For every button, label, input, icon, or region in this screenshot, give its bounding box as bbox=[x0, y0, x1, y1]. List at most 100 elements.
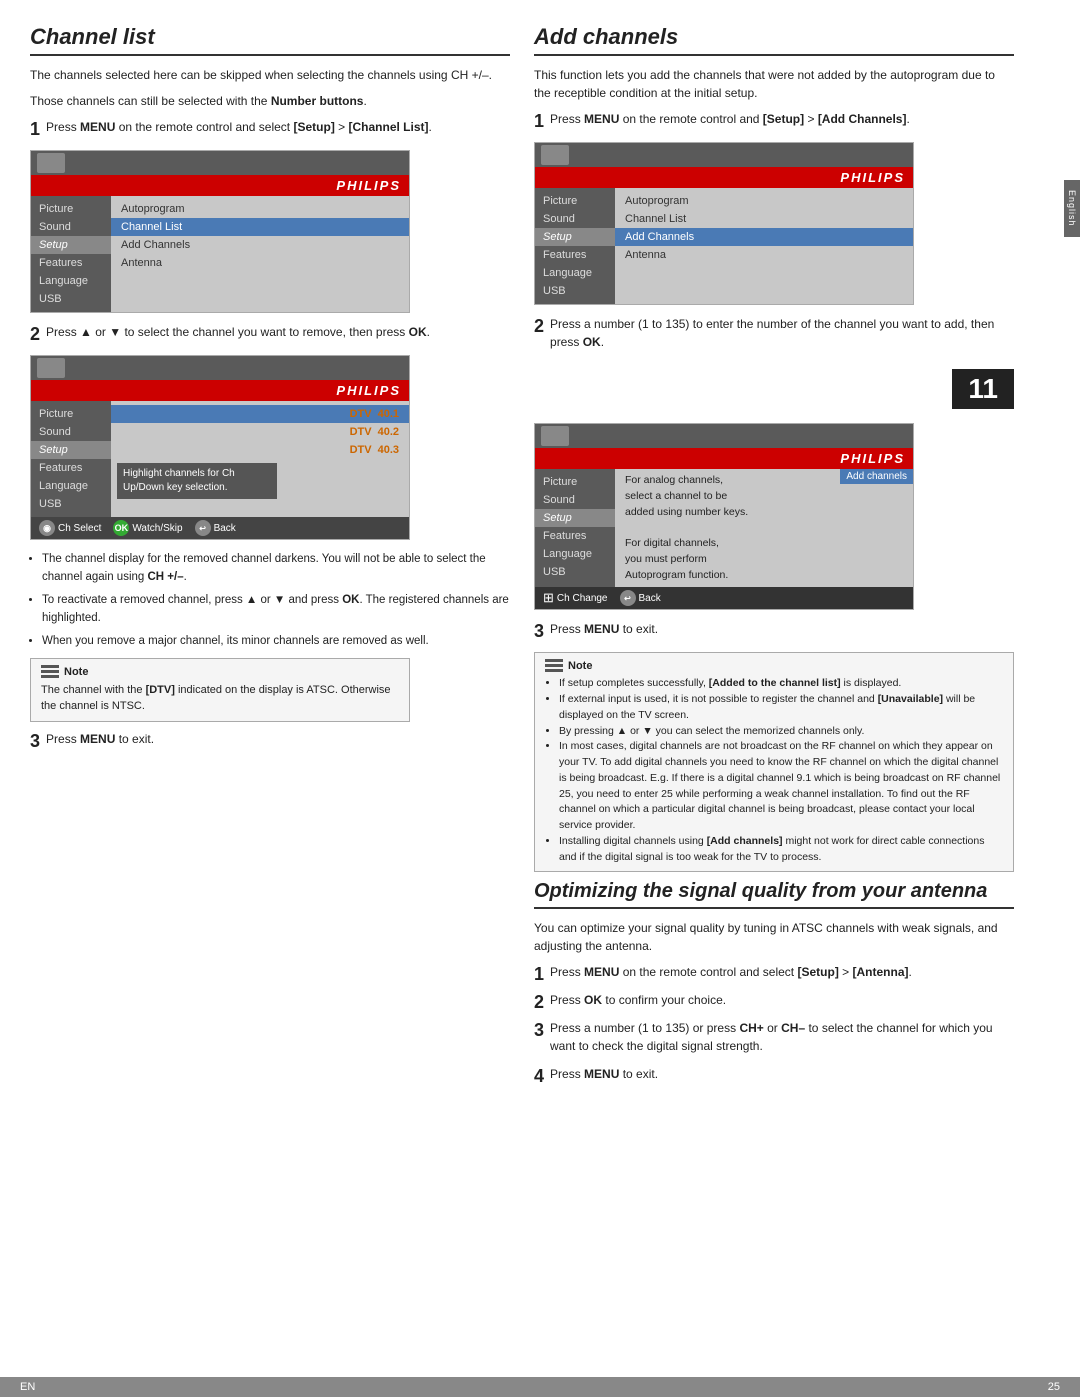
menu1-usb[interactable]: USB bbox=[31, 290, 111, 308]
menu2r-sound[interactable]: Sound bbox=[535, 491, 615, 509]
ch-change-btn[interactable]: ⊞ Ch Change bbox=[543, 590, 608, 606]
menu1-language[interactable]: Language bbox=[31, 272, 111, 290]
highlight-info-box: Highlight channels for Ch Up/Down key se… bbox=[117, 463, 277, 499]
opt-step2-text: Press OK to confirm your choice. bbox=[550, 991, 1014, 1009]
step3-left: 3 Press MENU to exit. bbox=[30, 730, 510, 754]
menu2-sound[interactable]: Sound bbox=[31, 423, 111, 441]
back-label-left: Back bbox=[214, 523, 236, 534]
step1-num-right: 1 bbox=[534, 112, 544, 130]
channel-row-1[interactable]: DTV 40.1 bbox=[111, 405, 409, 423]
menu1-sound[interactable]: Sound bbox=[31, 218, 111, 236]
menu2r-language[interactable]: Language bbox=[535, 545, 615, 563]
menu1r-body: Picture Sound Setup Features Language US… bbox=[535, 188, 913, 304]
tv-icon bbox=[37, 153, 65, 173]
add-ch-info: For analog channels, select a channel to… bbox=[615, 469, 913, 587]
note-item-5: Installing digital channels using [Add c… bbox=[559, 834, 1003, 866]
menu2-philips-header: PHILIPS bbox=[31, 380, 409, 401]
note-box-right: Note If setup completes successfully, [A… bbox=[534, 652, 1014, 872]
channel-list-intro1: The channels selected here can be skippe… bbox=[30, 66, 510, 84]
menu1r-addchannels[interactable]: Add Channels bbox=[615, 228, 913, 246]
ch-select-icon: ◉ bbox=[39, 520, 55, 536]
add-ch-label: Add channels bbox=[840, 469, 913, 484]
menu1-autoprogram[interactable]: Autoprogram bbox=[111, 200, 409, 218]
note-item-4: In most cases, digital channels are not … bbox=[559, 739, 1003, 834]
opt-step3-text: Press a number (1 to 135) or press CH+ o… bbox=[550, 1019, 1014, 1055]
note-item-3: By pressing ▲ or ▼ you can select the me… bbox=[559, 724, 1003, 740]
menu1r-features[interactable]: Features bbox=[535, 246, 615, 264]
menu2r-picture[interactable]: Picture bbox=[535, 473, 615, 491]
note-label-left: Note bbox=[64, 666, 88, 678]
menu1r-icon-row bbox=[535, 143, 913, 167]
menu2r-features[interactable]: Features bbox=[535, 527, 615, 545]
menu1r-sound[interactable]: Sound bbox=[535, 210, 615, 228]
menu1r-language[interactable]: Language bbox=[535, 264, 615, 282]
tv-icon-r1 bbox=[541, 145, 569, 165]
menu1r-usb[interactable]: USB bbox=[535, 282, 615, 300]
watch-skip-label: Watch/Skip bbox=[132, 523, 182, 534]
ch-select-btn[interactable]: ◉ Ch Select bbox=[39, 520, 101, 536]
menu2-language[interactable]: Language bbox=[31, 477, 111, 495]
tv-icon-r2 bbox=[541, 426, 569, 446]
menu1r-picture[interactable]: Picture bbox=[535, 192, 615, 210]
menu2-usb[interactable]: USB bbox=[31, 495, 111, 513]
channel-list-intro2: Those channels can still be selected wit… bbox=[30, 92, 510, 110]
back-btn-left[interactable]: ↩ Back bbox=[195, 520, 236, 536]
add-channels-intro: This function lets you add the channels … bbox=[534, 66, 1014, 102]
menu1-philips-header: PHILIPS bbox=[31, 175, 409, 196]
grid-icon: ⊞ bbox=[543, 590, 554, 606]
channel-num-2: 40.2 bbox=[378, 426, 399, 438]
menu1r-channellist[interactable]: Channel List bbox=[615, 210, 913, 228]
menu2-setup[interactable]: Setup bbox=[31, 441, 111, 459]
menu1-body: Picture Sound Setup Features Language US… bbox=[31, 196, 409, 312]
menu1-features[interactable]: Features bbox=[31, 254, 111, 272]
watch-skip-btn[interactable]: OK Watch/Skip bbox=[113, 520, 182, 536]
menu1-left-nav: Picture Sound Setup Features Language US… bbox=[31, 196, 111, 312]
step1-text-right: Press MENU on the remote control and [Se… bbox=[550, 110, 1014, 128]
number-badge: 11 bbox=[952, 369, 1014, 409]
ch-change-label: Ch Change bbox=[557, 593, 608, 604]
bullet-list-left: The channel display for the removed chan… bbox=[42, 550, 510, 650]
main-content: Channel list The channels selected here … bbox=[0, 0, 1080, 1397]
opt-step2-num: 2 bbox=[534, 993, 544, 1011]
back-icon-right: ↩ bbox=[620, 590, 636, 606]
opt-step3-num: 3 bbox=[534, 1021, 544, 1039]
menu1-channellist[interactable]: Channel List bbox=[111, 218, 409, 236]
channel-row-2[interactable]: DTV 40.2 bbox=[111, 423, 409, 441]
step2-right: 2 Press a number (1 to 135) to enter the… bbox=[534, 315, 1014, 357]
menu2r-setup[interactable]: Setup bbox=[535, 509, 615, 527]
note-item-1: If setup completes successfully, [Added … bbox=[559, 676, 1003, 692]
tv-icon2 bbox=[37, 358, 65, 378]
menu2-features[interactable]: Features bbox=[31, 459, 111, 477]
menu1-left: PHILIPS Picture Sound Setup Features Lan… bbox=[30, 150, 410, 313]
menu2r-icon-row bbox=[535, 424, 913, 448]
menu1-addchannels[interactable]: Add Channels bbox=[111, 236, 409, 254]
opt-step1-num: 1 bbox=[534, 965, 544, 983]
menu2r-right-panel: Add channels For analog channels, select… bbox=[615, 469, 913, 587]
menu1r-setup[interactable]: Setup bbox=[535, 228, 615, 246]
footer-page: 25 bbox=[1048, 1381, 1060, 1393]
channel-row-3[interactable]: DTV 40.3 bbox=[111, 441, 409, 459]
opt-section-intro: You can optimize your signal quality by … bbox=[534, 919, 1014, 955]
opt-step1-text: Press MENU on the remote control and sel… bbox=[550, 963, 1014, 981]
channel-num-3: 40.3 bbox=[378, 444, 399, 456]
menu1-picture[interactable]: Picture bbox=[31, 200, 111, 218]
note-list-right: If setup completes successfully, [Added … bbox=[545, 676, 1003, 865]
menu2r-usb[interactable]: USB bbox=[535, 563, 615, 581]
menu1r-antenna[interactable]: Antenna bbox=[615, 246, 913, 264]
menu2-bottom-bar: ◉ Ch Select OK Watch/Skip ↩ Back bbox=[31, 517, 409, 539]
step3-num-right: 3 bbox=[534, 622, 544, 640]
back-label-right: Back bbox=[639, 593, 661, 604]
step2-text-left: Press ▲ or ▼ to select the channel you w… bbox=[46, 323, 510, 341]
back-btn-right[interactable]: ↩ Back bbox=[620, 590, 661, 606]
channel-type-1: DTV bbox=[350, 408, 372, 420]
opt-step4: 4 Press MENU to exit. bbox=[534, 1065, 1014, 1089]
step1-text-left: Press MENU on the remote control and sel… bbox=[46, 118, 510, 136]
step2-num-right: 2 bbox=[534, 317, 544, 335]
menu1-antenna[interactable]: Antenna bbox=[111, 254, 409, 272]
add-channels-title: Add channels bbox=[534, 24, 1014, 56]
language-tab: English bbox=[1064, 180, 1080, 237]
menu1r-autoprogram[interactable]: Autoprogram bbox=[615, 192, 913, 210]
menu2-picture[interactable]: Picture bbox=[31, 405, 111, 423]
menu1-setup[interactable]: Setup bbox=[31, 236, 111, 254]
ok-icon: OK bbox=[113, 520, 129, 536]
